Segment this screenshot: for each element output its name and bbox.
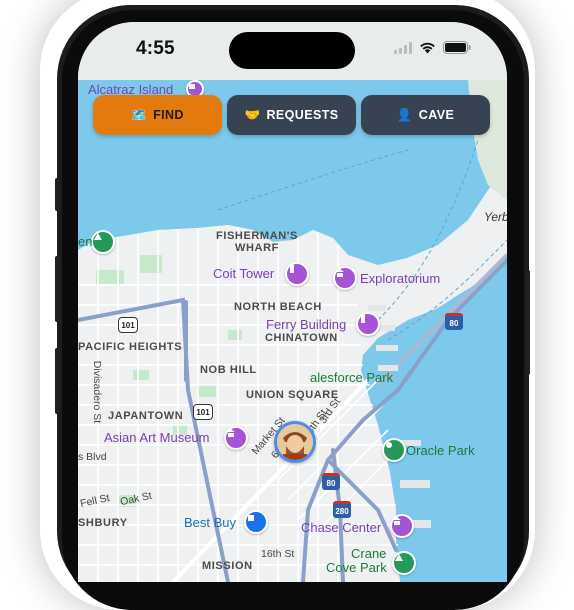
avatar-portrait — [277, 424, 313, 460]
tab-find-label: FIND — [153, 108, 184, 122]
district-label: UNION SQUARE — [246, 389, 339, 401]
tab-requests[interactable]: 🤝 REQUESTS — [227, 95, 356, 135]
poi-salesforce-park-label[interactable]: alesforce Park — [310, 370, 393, 385]
highway-shield: 280 — [333, 501, 351, 518]
arena-icon[interactable] — [390, 514, 414, 538]
battery-icon — [443, 41, 471, 54]
power-button — [525, 270, 530, 375]
poi-oracle-park-label[interactable]: Oracle Park — [406, 443, 475, 458]
poi-yerba-label: Yerb — [484, 210, 507, 224]
highway-shield: 101 — [193, 404, 213, 420]
district-label: CHINATOWN — [265, 332, 338, 344]
poi-best-buy-label[interactable]: Best Buy — [184, 515, 236, 530]
person-icon: 👤 — [396, 107, 413, 122]
tab-cave[interactable]: 👤 CAVE — [361, 95, 490, 135]
dynamic-island — [229, 32, 355, 69]
tower-icon[interactable] — [285, 262, 309, 286]
poi-coit-tower-label[interactable]: Coit Tower — [213, 266, 274, 281]
district-label: FISHERMAN'S — [216, 230, 298, 242]
stadium-icon[interactable] — [382, 438, 406, 462]
park-icon[interactable] — [392, 551, 416, 575]
district-label: WHARF — [235, 242, 279, 254]
wifi-icon — [420, 42, 435, 54]
district-label: NOB HILL — [200, 364, 257, 376]
street-label: 16th St — [261, 548, 295, 560]
museum-icon[interactable] — [224, 426, 248, 450]
tab-requests-label: REQUESTS — [266, 108, 339, 122]
museum-icon[interactable] — [333, 266, 357, 290]
status-time: 4:55 — [136, 38, 175, 59]
poi-partial-label: en — [78, 234, 93, 249]
map-icon: 🗺️ — [131, 107, 148, 122]
district-label: SHBURY — [78, 517, 128, 529]
street-label: Divisadero St — [91, 360, 104, 424]
poi-crane-cove-label[interactable]: Crane — [351, 546, 386, 561]
district-label: JAPANTOWN — [108, 410, 184, 422]
tab-cave-label: CAVE — [418, 108, 455, 122]
action-button — [55, 178, 60, 211]
volume-down-button — [55, 348, 60, 414]
tab-find[interactable]: 🗺️ FIND — [93, 95, 222, 135]
phone-screen: 4:55 Alcatraz Island FISHERMAN'S WHARF C… — [78, 22, 507, 582]
highway-shield: 101 — [118, 317, 138, 333]
status-icons — [394, 41, 471, 54]
district-label: NORTH BEACH — [234, 301, 322, 313]
district-label: MISSION — [202, 560, 253, 572]
user-location-avatar[interactable] — [274, 421, 316, 463]
map-view[interactable]: Alcatraz Island FISHERMAN'S WHARF Coit T… — [78, 80, 507, 582]
highway-shield: 80 — [322, 473, 340, 490]
handshake-icon: 🤝 — [244, 107, 261, 122]
landmark-icon[interactable] — [356, 312, 380, 336]
cellular-signal-icon — [394, 41, 412, 54]
street-label: s Blvd — [78, 451, 107, 463]
tab-bar: 🗺️ FIND 🤝 REQUESTS 👤 CAVE — [78, 95, 507, 137]
highway-shield: 80 — [445, 313, 463, 330]
poi-chase-center-label[interactable]: Chase Center — [301, 520, 381, 535]
poi-ferry-building-label[interactable]: Ferry Building — [266, 317, 346, 332]
district-label: PACIFIC HEIGHTS — [78, 341, 183, 353]
poi-exploratorium-label[interactable]: Exploratorium — [360, 271, 440, 286]
volume-up-button — [55, 256, 60, 322]
status-bar: 4:55 — [78, 22, 507, 80]
shopping-bag-icon[interactable] — [244, 510, 268, 534]
poi-asian-art-museum-label[interactable]: Asian Art Museum — [104, 430, 210, 445]
park-icon[interactable] — [91, 230, 115, 254]
